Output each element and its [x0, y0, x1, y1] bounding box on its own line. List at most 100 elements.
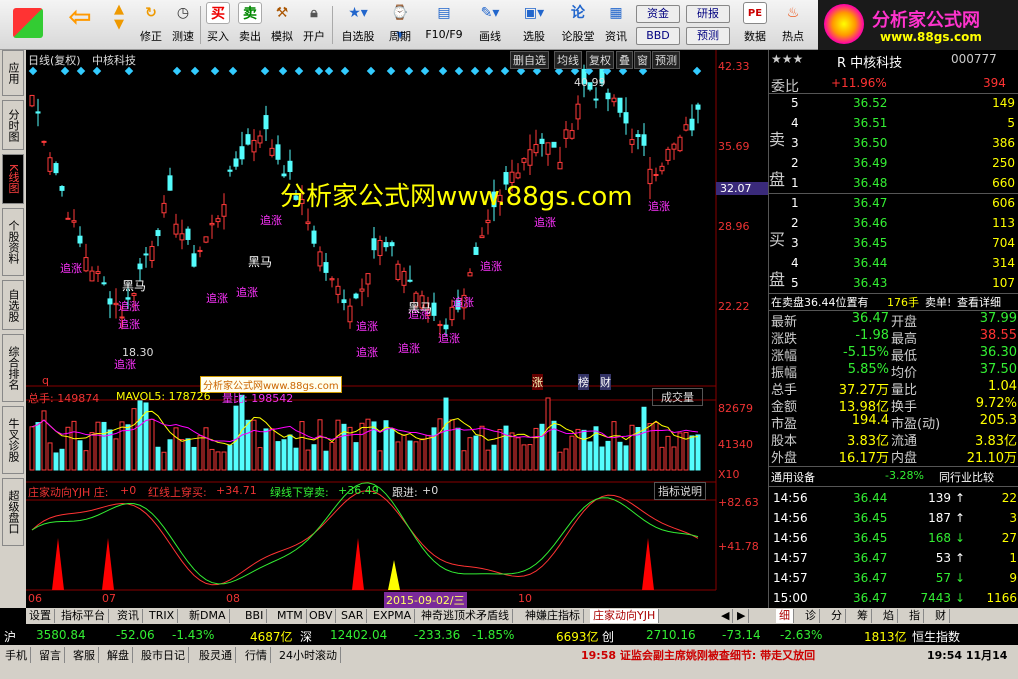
sidebar-item-watchlist[interactable]: 自选股 — [2, 280, 24, 330]
tab-11[interactable]: 神嫌庄指标 — [522, 609, 584, 623]
tab-5[interactable]: BBI — [242, 609, 268, 623]
window-button[interactable]: 窗 — [634, 51, 651, 69]
volume-bar — [323, 450, 329, 471]
bbd-button[interactable]: BBD — [636, 27, 680, 45]
f10-button[interactable]: ▤ F10/F9 — [420, 2, 468, 48]
buy-row[interactable]: 4 36.44 314 — [769, 254, 1018, 274]
sell-row[interactable]: 1 36.48 660 — [769, 174, 1018, 194]
status-item-6[interactable]: 行情 — [242, 647, 271, 663]
sidebar-item-kline[interactable]: K线图 — [2, 154, 24, 204]
forecast-button[interactable]: 预测 — [686, 27, 730, 45]
tab-1[interactable]: 指标平台 — [58, 609, 109, 623]
tab-10[interactable]: 神奇逃顶术矛盾线 — [418, 609, 513, 623]
sell-row[interactable]: 3 36.50 386 — [769, 134, 1018, 154]
industry-compare-button[interactable]: 同行业比较 — [939, 469, 994, 485]
candle-body — [71, 220, 77, 223]
tab-6[interactable]: MTM — [274, 609, 307, 623]
fix-button[interactable]: ↻ 修正 — [136, 2, 166, 48]
volume-bar — [569, 435, 575, 471]
tab-9[interactable]: EXPMA — [370, 609, 416, 623]
sidebar-item-ranking[interactable]: 综合排名 — [2, 334, 24, 402]
buy-row[interactable]: 1 36.47 606 — [769, 194, 1018, 214]
tab-4[interactable]: 新DMA — [186, 609, 230, 623]
sell-button[interactable]: 卖卖出 — [236, 2, 264, 48]
tab-3[interactable]: TRIX — [146, 609, 179, 623]
rtab-0[interactable]: 细 — [776, 609, 794, 623]
buy-row[interactable]: 5 36.43 107 — [769, 274, 1018, 294]
view-detail-link[interactable]: 查看详细 — [957, 294, 1001, 310]
tab-next-icon[interactable]: ▶ — [734, 609, 750, 623]
tab-7[interactable]: OBV — [306, 609, 337, 623]
research-button[interactable]: 研报 — [686, 5, 730, 23]
rtab-6[interactable]: 财 — [932, 609, 950, 623]
app-menu-button[interactable] — [6, 2, 50, 48]
status-item-4[interactable]: 股市日记 — [138, 647, 189, 663]
sidebar-item-superbook[interactable]: 超级盘口 — [2, 478, 24, 546]
status-item-1[interactable]: 留言 — [36, 647, 65, 663]
sell-row[interactable]: 5 36.52 149 — [769, 94, 1018, 114]
sidebar-item-diagnosis[interactable]: 牛叉诊股 — [2, 406, 24, 474]
status-item-2[interactable]: 客服 — [70, 647, 99, 663]
vol-mode-select[interactable]: 成交量 — [652, 388, 703, 406]
kline-chart-area[interactable]: 追涨 追涨 追涨 追涨 追涨 追涨 追涨 追涨 追涨 追涨 追涨 追涨 追涨 追涨 追涨 追涨 黑马 黑马 黑马 日… — [26, 50, 768, 608]
rtab-2[interactable]: 分 — [828, 609, 846, 623]
tick-list[interactable]: 14:56 36.44 139 ↑ 22 14:56 36.45 187 ↑ 3 14:56 36.4… — [769, 486, 1018, 608]
tag-zhui: 追涨 — [356, 345, 378, 359]
tab-2[interactable]: 资讯 — [114, 609, 143, 623]
tab-prev-icon[interactable]: ◀ — [718, 609, 734, 623]
rtab-5[interactable]: 指 — [906, 609, 924, 623]
stat-row: 市盈 194.4 市盈(动) 205.3 — [771, 413, 1017, 432]
open-account-button[interactable]: 🔒︎ 开户 — [300, 2, 328, 48]
buy-row[interactable]: 3 36.45 704 — [769, 234, 1018, 254]
watchlist-button[interactable]: ★▾ 自选股 — [336, 2, 380, 48]
fund-button[interactable]: 资金 — [636, 5, 680, 23]
refresh-icon: ↻ — [145, 5, 157, 21]
forecast-tool-button[interactable]: 预测 — [652, 51, 680, 69]
draw-line-button[interactable]: ✎▾ 画线 — [470, 2, 510, 48]
buy-button[interactable]: 买买入 — [204, 2, 232, 48]
tag-heima: 黑马 — [248, 255, 272, 269]
back-button[interactable]: ⇦ — [58, 2, 102, 48]
tab-0[interactable]: 设置 — [26, 609, 55, 623]
speedtest-button[interactable]: ◷ 测速 — [168, 2, 198, 48]
volume-bar — [101, 421, 107, 471]
sidebar-item-app[interactable]: 应用 — [2, 50, 24, 96]
sidebar-item-intraday[interactable]: 分时图 — [2, 100, 24, 150]
volume-bar — [659, 446, 665, 471]
mark-rank[interactable]: 榜 — [578, 374, 589, 390]
simulate-button[interactable]: ⚒ 模拟 — [268, 2, 296, 48]
mark-rise[interactable]: 涨 — [532, 374, 543, 390]
period-button[interactable]: ⌚▾ 周期 — [382, 2, 418, 48]
status-item-5[interactable]: 股灵通 — [196, 647, 236, 663]
status-item-7[interactable]: 24小时滚动 — [276, 647, 341, 663]
adjust-button[interactable]: 复权 — [586, 51, 614, 69]
status-item-3[interactable]: 解盘 — [104, 647, 133, 663]
rtab-3[interactable]: 筹 — [854, 609, 872, 623]
buy-row[interactable]: 2 36.46 113 — [769, 214, 1018, 234]
volume-bar — [503, 425, 509, 471]
ma-button[interactable]: 均线 — [554, 51, 582, 69]
rtab-1[interactable]: 诊 — [802, 609, 820, 623]
data-button[interactable]: PE 数据 — [738, 2, 772, 48]
indicator-help-button[interactable]: 指标说明 — [654, 482, 706, 500]
tab-8[interactable]: SAR — [338, 609, 368, 623]
forum-button[interactable]: 论论股堂 — [558, 2, 598, 48]
page-up-down[interactable]: ▲ ▼ — [104, 2, 134, 48]
volume-bar — [587, 441, 593, 471]
kline-chart-svg[interactable]: 追涨追涨追涨追涨 追涨追涨追涨追涨追涨 追涨追涨追涨追涨追涨追涨追涨黑马黑马黑马 — [26, 50, 768, 608]
stock-picker-button[interactable]: ▣▾ 选股 — [512, 2, 556, 48]
volume-bar — [689, 435, 695, 471]
overlay-button[interactable]: 叠 — [616, 51, 633, 69]
news-ticker[interactable]: 19:58 证监会副主席姚刚被查细节: 带走又放回 — [578, 647, 818, 663]
sell-row[interactable]: 4 36.51 5 — [769, 114, 1018, 134]
news-button[interactable]: ▦ 资讯 — [600, 2, 632, 48]
tab-12[interactable]: 庄家动向YJH — [590, 609, 660, 623]
sidebar-item-profile[interactable]: 个股资料 — [2, 208, 24, 276]
mark-finance[interactable]: 财 — [600, 374, 611, 390]
remove-watch-button[interactable]: 删自选 — [510, 51, 549, 69]
volume-bar — [461, 450, 467, 471]
sell-row[interactable]: 2 36.49 250 — [769, 154, 1018, 174]
hot-button[interactable]: ♨ 热点 — [776, 2, 810, 48]
rtab-4[interactable]: 焰 — [880, 609, 898, 623]
status-item-0[interactable]: 手机 — [2, 647, 31, 663]
